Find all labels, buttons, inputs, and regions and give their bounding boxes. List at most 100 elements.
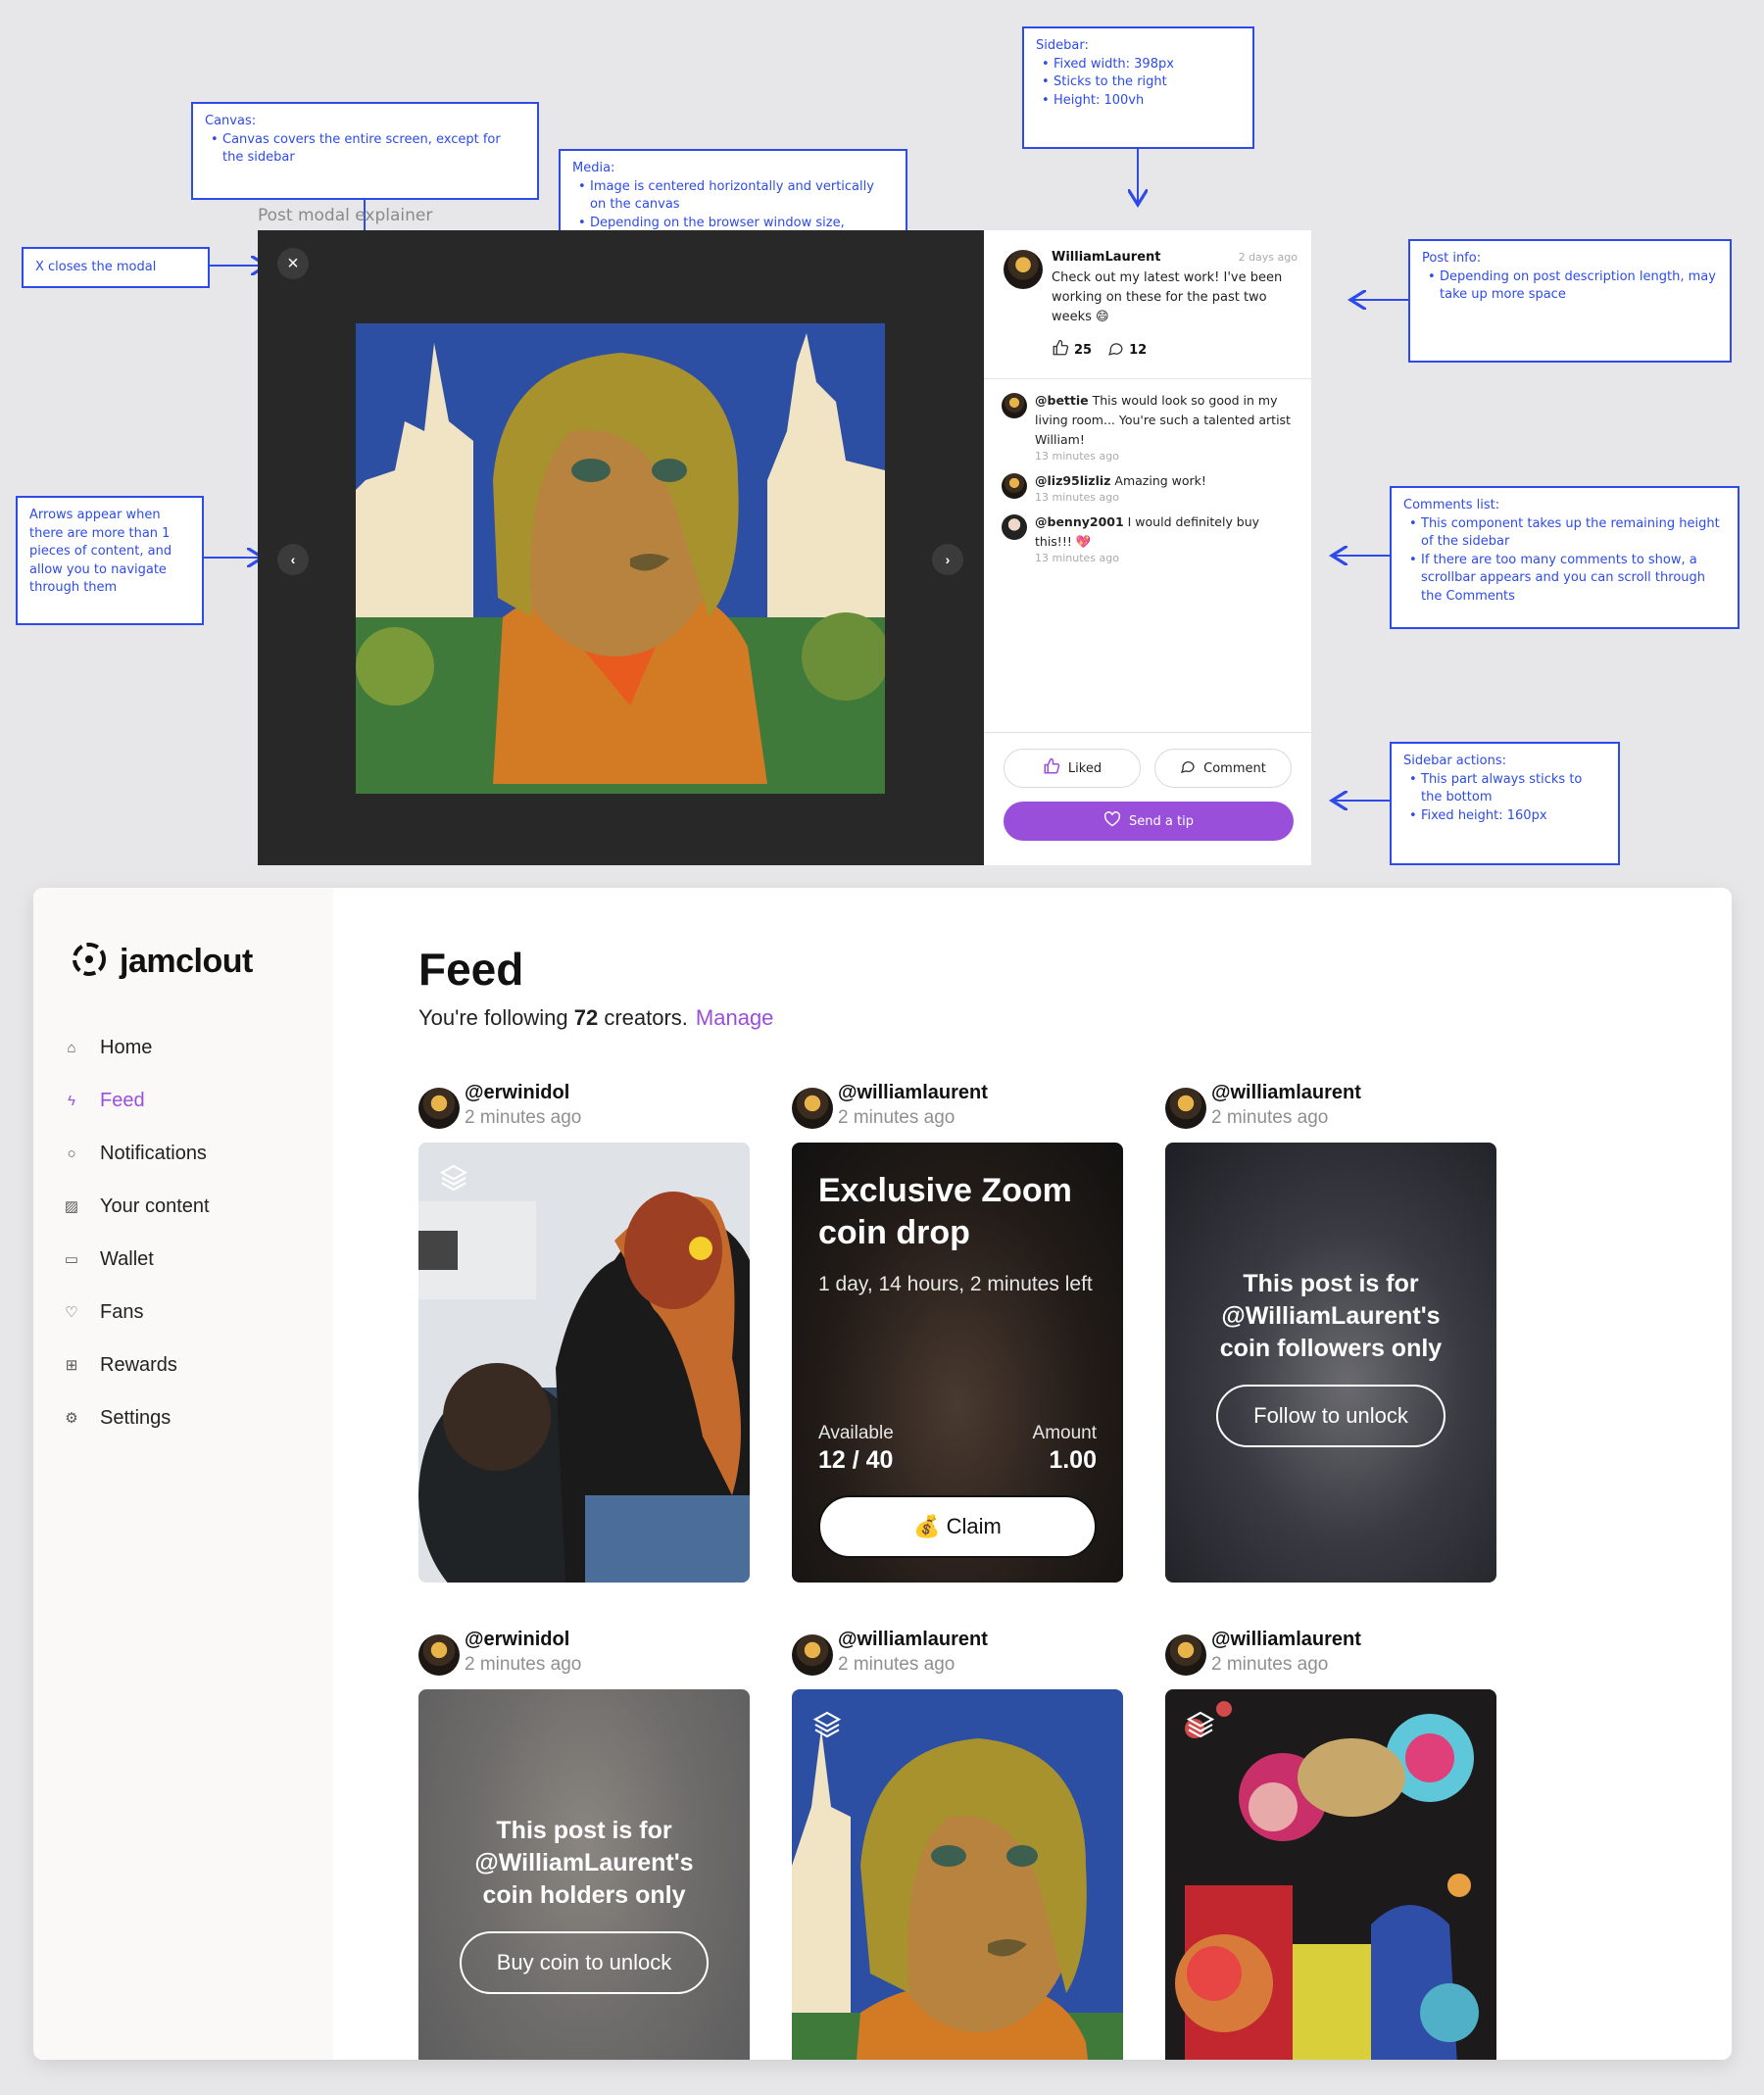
send-tip-label: Send a tip — [1129, 813, 1194, 829]
coin-drop-countdown: 1 day, 14 hours, 2 minutes left — [818, 1273, 1093, 1295]
nav-item-feed[interactable]: ϟ Feed — [63, 1074, 210, 1127]
comment-label: Comment — [1203, 760, 1266, 776]
available-value: 12 / 40 — [818, 1446, 894, 1474]
post-card[interactable] — [1165, 1689, 1496, 2060]
feed-post: @williamlaurent 2 minutes ago This post i… — [1165, 1080, 1496, 1583]
post-username[interactable]: @erwinidol — [465, 1080, 581, 1105]
buy-coin-to-unlock-button[interactable]: Buy coin to unlock — [460, 1931, 709, 1994]
like-count[interactable]: 25 — [1052, 339, 1092, 361]
logo[interactable]: jamclout — [71, 941, 253, 983]
avatar[interactable] — [792, 1634, 833, 1676]
comment-user[interactable]: @benny2001 — [1035, 514, 1124, 529]
liked-button[interactable]: Liked — [1004, 749, 1141, 788]
post-media-image — [356, 323, 885, 794]
feed-post: @erwinidol 2 minutes ago — [418, 1080, 750, 1583]
x-closes-annotation-text: X closes the modal — [35, 259, 157, 274]
comments-list-annotation-title: Comments list: — [1403, 498, 1500, 512]
post-time: 2 minutes ago — [465, 1107, 582, 1128]
amount-label: Amount — [1032, 1423, 1097, 1443]
nav-label: Your content — [100, 1194, 210, 1217]
logo-icon — [71, 941, 108, 983]
available-label: Available — [818, 1423, 894, 1443]
avatar[interactable] — [792, 1088, 833, 1129]
nav-item-fans[interactable]: ♡ Fans — [63, 1286, 210, 1339]
comments-list[interactable]: @bettie This would look so good in my li… — [984, 385, 1311, 565]
lightning-icon: ϟ — [68, 1092, 75, 1109]
lock-message: This post is for @WilliamLaurent's coin … — [474, 1817, 694, 1909]
post-username[interactable]: @williamlaurent — [838, 1080, 988, 1105]
send-tip-button[interactable]: Send a tip — [1004, 802, 1294, 841]
avatar[interactable] — [1002, 393, 1027, 418]
amount-block: Amount 1.00 — [1033, 1423, 1097, 1475]
post-username[interactable]: @williamlaurent — [1211, 1627, 1361, 1652]
post-card[interactable] — [792, 1689, 1123, 2060]
feed-post: @erwinidol 2 minutes ago This post is for… — [418, 1627, 750, 2060]
thumbs-up-icon — [1052, 339, 1069, 361]
app-window: jamclout ⌂ Home ϟ Feed ○ Notifications ▨ You… — [33, 888, 1732, 2060]
post-photo — [418, 1143, 750, 1583]
post-time: 2 minutes ago — [838, 1654, 956, 1675]
post-card[interactable] — [418, 1143, 750, 1583]
sidebar-annotation-item: Height: 100vh — [1036, 92, 1241, 111]
arrows-annotation: Arrows appear when there are more than 1… — [16, 496, 204, 625]
nav-item-rewards[interactable]: ⊞ Rewards — [63, 1339, 210, 1391]
avatar[interactable] — [1165, 1634, 1206, 1676]
comments-list-annotation-item: If there are too many comments to show, … — [1403, 552, 1726, 607]
available-block: Available 12 / 40 — [818, 1423, 894, 1475]
following-count: 72 — [573, 1005, 599, 1030]
post-author[interactable]: WilliamLaurent — [1052, 250, 1161, 265]
post-time: 2 minutes ago — [1211, 1107, 1329, 1128]
nav-label: Rewards — [100, 1353, 177, 1376]
x-closes-annotation: X closes the modal — [22, 247, 210, 288]
post-username[interactable]: @erwinidol — [465, 1627, 581, 1652]
comment-item: @benny2001 I would definitely buy this!!… — [1002, 512, 1298, 565]
post-time: 2 minutes ago — [838, 1107, 956, 1128]
liked-label: Liked — [1067, 760, 1102, 776]
nav-item-notifications[interactable]: ○ Notifications — [63, 1127, 210, 1180]
next-arrow-icon[interactable]: › — [932, 544, 963, 575]
avatar[interactable] — [1002, 473, 1027, 499]
sidebar-annotation: Sidebar: Fixed width: 398px Sticks to th… — [1022, 26, 1254, 149]
comment-item: @bettie This would look so good in my li… — [1002, 391, 1298, 463]
manage-link[interactable]: Manage — [696, 1005, 774, 1030]
left-sidebar: jamclout ⌂ Home ϟ Feed ○ Notifications ▨ You… — [33, 888, 333, 2060]
like-count-value: 25 — [1074, 342, 1093, 358]
following-pre: You're following — [418, 1005, 574, 1030]
comment-button[interactable]: Comment — [1154, 749, 1292, 788]
post-username[interactable]: @williamlaurent — [838, 1627, 988, 1652]
post-username[interactable]: @williamlaurent — [1211, 1080, 1361, 1105]
feed-post: @williamlaurent 2 minutes ago — [792, 1627, 1123, 2060]
nav-label: Home — [100, 1036, 153, 1058]
comment-user[interactable]: @bettie — [1035, 393, 1089, 408]
comments-list-annotation-item: This component takes up the remaining he… — [1403, 515, 1726, 552]
nav-item-your-content[interactable]: ▨ Your content — [63, 1180, 210, 1233]
avatar[interactable] — [1004, 250, 1043, 289]
nav-item-home[interactable]: ⌂ Home — [63, 1021, 210, 1074]
comment-icon — [1107, 340, 1124, 361]
comments-list-annotation: Comments list: This component takes up t… — [1390, 486, 1740, 629]
avatar[interactable] — [418, 1088, 460, 1129]
following-post: creators. — [598, 1005, 688, 1030]
chat-bubble-icon: ○ — [67, 1145, 76, 1162]
post-info-annotation-title: Post info: — [1422, 251, 1482, 266]
feed-post: @williamlaurent 2 minutes ago Exclusive Z… — [792, 1080, 1123, 1583]
comment-count[interactable]: 12 — [1107, 340, 1147, 361]
avatar[interactable] — [1002, 514, 1027, 540]
coin-drop-title: Exclusive Zoom coin drop — [818, 1172, 1072, 1251]
nav-item-wallet[interactable]: ▭ Wallet — [63, 1233, 210, 1286]
avatar[interactable] — [1165, 1088, 1206, 1129]
sidebar-actions: Liked Comment Send a tip — [984, 732, 1311, 865]
comment-user[interactable]: @liz95lizliz — [1035, 473, 1110, 488]
arrows-annotation-text: Arrows appear when there are more than 1… — [29, 508, 172, 595]
heart-icon — [1103, 811, 1121, 831]
claim-button[interactable]: 💰 Claim — [818, 1495, 1097, 1558]
comment-icon — [1180, 758, 1196, 778]
prev-arrow-icon[interactable]: ‹ — [277, 544, 309, 575]
explainer-title: Post modal explainer — [258, 206, 433, 225]
close-icon[interactable]: × — [277, 248, 309, 279]
thumbs-up-icon — [1043, 757, 1060, 779]
wallet-icon: ▭ — [64, 1251, 79, 1268]
avatar[interactable] — [418, 1634, 460, 1676]
follow-to-unlock-button[interactable]: Follow to unlock — [1216, 1385, 1446, 1447]
nav-item-settings[interactable]: ⚙ Settings — [63, 1391, 210, 1444]
